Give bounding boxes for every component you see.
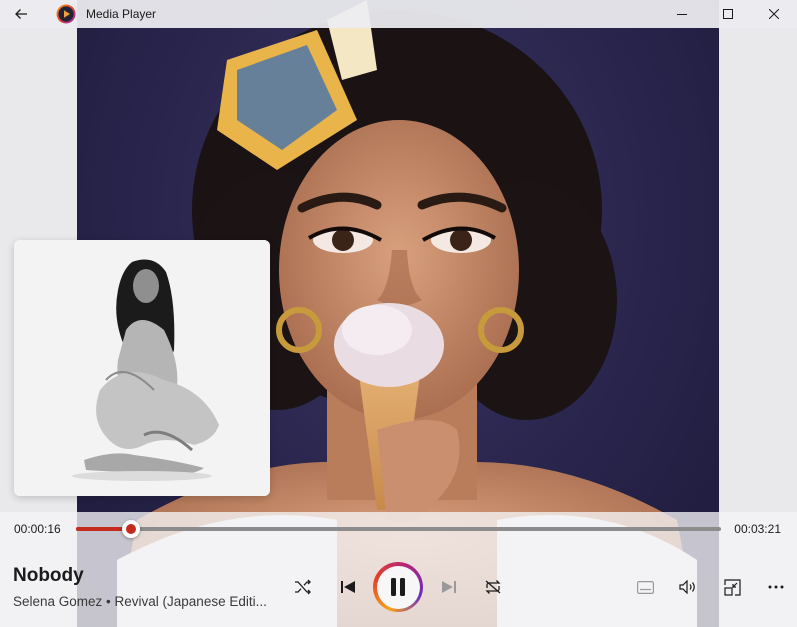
repeat-icon [485,580,501,594]
window-controls [659,0,797,28]
minimize-button[interactable] [659,0,705,28]
play-pause-button[interactable] [373,562,423,612]
captions-button[interactable] [633,576,657,598]
pause-icon [391,578,405,596]
shuffle-icon [295,579,311,595]
album-cover-image [14,240,270,496]
volume-icon [679,580,695,594]
minimize-icon [677,14,687,15]
next-button[interactable] [436,575,462,599]
maximize-icon [723,9,733,19]
maximize-button[interactable] [705,0,751,28]
title-bar: Media Player [0,0,797,28]
captions-icon [636,580,654,594]
previous-track-icon [341,581,355,593]
close-button[interactable] [751,0,797,28]
back-arrow-icon [15,9,27,19]
mini-player-button[interactable] [720,576,744,598]
shuffle-button[interactable] [290,575,316,599]
repeat-button[interactable] [480,575,506,599]
mini-player-icon [723,578,741,596]
elapsed-time: 00:00:16 [14,522,61,536]
window-title: Media Player [86,7,157,21]
play-pause-inner [376,565,420,609]
close-icon [769,9,779,19]
back-button[interactable] [0,0,42,28]
media-player-app-icon [56,4,76,24]
album-art[interactable] [14,240,270,496]
track-title: Nobody [13,565,84,586]
more-options-button[interactable] [764,576,788,598]
next-track-icon [442,581,456,593]
track-artist-album[interactable]: Selena Gomez • Revival (Japanese Editi..… [13,594,268,609]
previous-button[interactable] [335,575,361,599]
seek-slider[interactable] [76,520,721,538]
total-time: 00:03:21 [734,522,781,536]
volume-button[interactable] [676,576,700,598]
more-options-icon [768,585,784,589]
